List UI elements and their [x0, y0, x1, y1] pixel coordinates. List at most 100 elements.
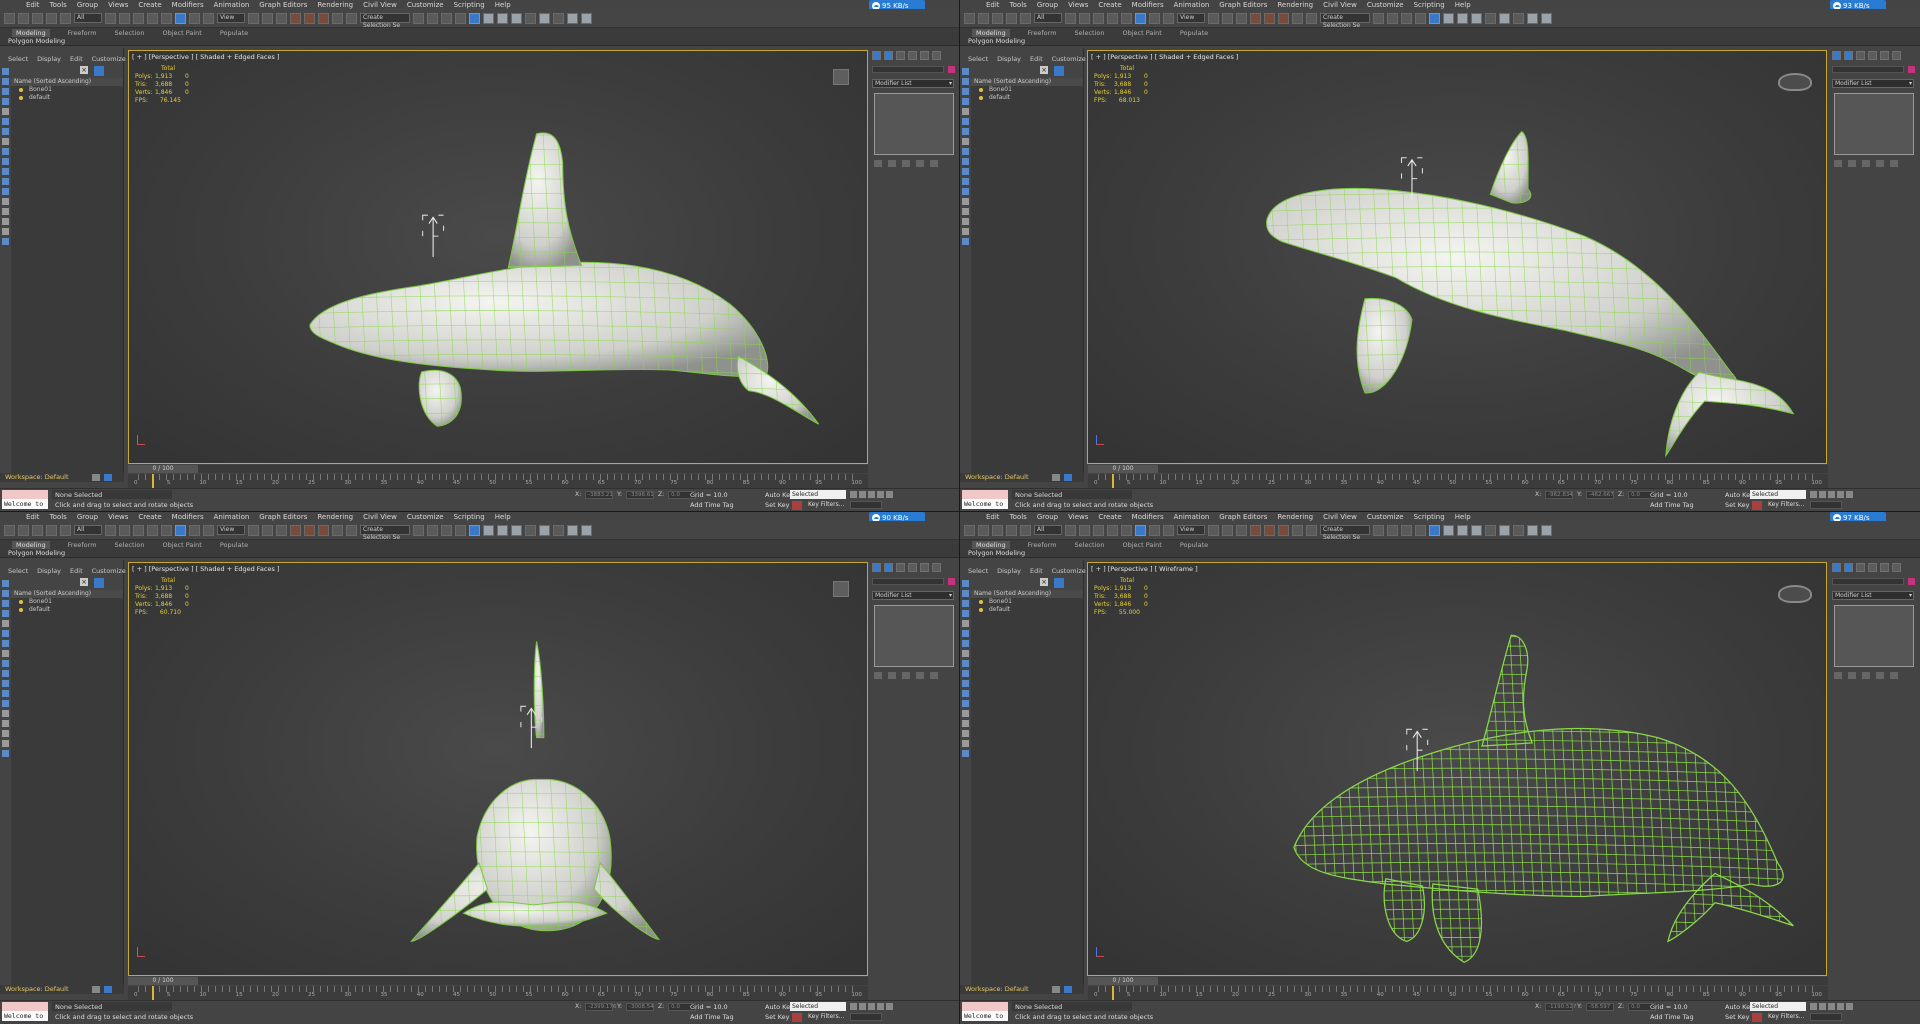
- menu-group[interactable]: Group: [1037, 513, 1058, 521]
- tool-icon[interactable]: [961, 168, 969, 175]
- render-in-cloud-icon[interactable]: [567, 524, 578, 536]
- tool-icon[interactable]: [961, 118, 969, 125]
- align-icon[interactable]: [427, 12, 438, 24]
- object-name-field[interactable]: [872, 66, 944, 73]
- make-unique-icon[interactable]: [1862, 160, 1870, 167]
- current-frame-field[interactable]: [850, 1013, 882, 1021]
- tool-icon[interactable]: [1, 720, 9, 727]
- close-icon[interactable]: ×: [1040, 578, 1048, 586]
- close-icon[interactable]: ×: [1040, 66, 1048, 74]
- scene-menu-edit[interactable]: Edit: [70, 567, 83, 575]
- percent-snap-icon[interactable]: [318, 524, 329, 536]
- modify-tab-icon[interactable]: [1844, 51, 1853, 60]
- tool-icon[interactable]: [961, 238, 969, 245]
- scene-list-header[interactable]: Name (Sorted Ascending): [971, 78, 1083, 86]
- set-key-icon[interactable]: [792, 501, 802, 510]
- motion-tab-icon[interactable]: [1868, 51, 1877, 60]
- ribbon-tab-populate[interactable]: Populate: [220, 29, 248, 37]
- time-slider[interactable]: 0 / 100: [1088, 977, 1158, 985]
- scene-menu-display[interactable]: Display: [997, 567, 1021, 575]
- render-setup-icon[interactable]: [1485, 524, 1496, 536]
- display-tab-icon[interactable]: [1880, 563, 1889, 572]
- select-by-name-icon[interactable]: [119, 524, 130, 536]
- pin-stack-icon[interactable]: [1834, 160, 1842, 167]
- modifier-stack[interactable]: [1834, 93, 1914, 155]
- make-unique-icon[interactable]: [902, 160, 910, 167]
- select-object-icon[interactable]: [1065, 524, 1076, 536]
- align-icon[interactable]: [427, 524, 438, 536]
- reference-coordinate-dropdown[interactable]: View: [1177, 525, 1205, 535]
- menu-graph-editors[interactable]: Graph Editors: [1219, 513, 1267, 521]
- tool-icon[interactable]: [961, 138, 969, 145]
- tool-icon[interactable]: [961, 98, 969, 105]
- remove-modifier-icon[interactable]: [1876, 672, 1884, 679]
- scene-menu-customize[interactable]: Customize: [92, 55, 126, 63]
- tool-icon[interactable]: [1, 750, 9, 757]
- tool-icon[interactable]: [961, 228, 969, 235]
- menu-customize[interactable]: Customize: [407, 1, 444, 9]
- object-color-swatch[interactable]: [1908, 578, 1915, 585]
- bind-space-warp-icon[interactable]: [1020, 12, 1031, 24]
- tool-icon[interactable]: [1, 610, 9, 617]
- hierarchy-tab-icon[interactable]: [896, 51, 905, 60]
- show-end-result-icon[interactable]: [888, 160, 896, 167]
- percent-snap-icon[interactable]: [1278, 12, 1289, 24]
- menu-civil-view[interactable]: Civil View: [1323, 513, 1357, 521]
- orca-dorsal-fin[interactable]: [507, 132, 583, 268]
- viewcube-icon[interactable]: [1778, 73, 1812, 91]
- spinner-snap-icon[interactable]: [332, 12, 343, 24]
- track-bar[interactable]: 0 5 10 15 20 25 30 35 40 45 50 55 60 65 70 75 80 85 90 95 10…: [128, 474, 868, 488]
- motion-tab-icon[interactable]: [908, 51, 917, 60]
- tool-icon[interactable]: [961, 630, 969, 637]
- tool-icon[interactable]: [961, 610, 969, 617]
- rendered-frame-window-icon[interactable]: [1499, 524, 1510, 536]
- render-setup-icon[interactable]: [525, 12, 536, 24]
- create-tab-icon[interactable]: [872, 563, 881, 572]
- scene-list-header[interactable]: Name (Sorted Ascending): [11, 78, 123, 86]
- viewport-label[interactable]: [ + ] [Perspective ] [ Shaded + Edged Fa…: [1091, 53, 1238, 61]
- tool-icon[interactable]: [961, 740, 969, 747]
- tool-icon[interactable]: [961, 640, 969, 647]
- menu-modifiers[interactable]: Modifiers: [172, 513, 204, 521]
- spinner-snap-icon[interactable]: [332, 524, 343, 536]
- tool-icon[interactable]: [961, 78, 969, 85]
- remove-modifier-icon[interactable]: [1876, 160, 1884, 167]
- select-move-icon[interactable]: [161, 12, 172, 24]
- scene-item-bone01[interactable]: Bone01: [971, 598, 1083, 606]
- menu-tools[interactable]: Tools: [50, 1, 67, 9]
- set-key-icon[interactable]: [1752, 501, 1762, 510]
- menu-scripting[interactable]: Scripting: [1414, 513, 1445, 521]
- hierarchy-tab-icon[interactable]: [1856, 51, 1865, 60]
- scene-menu-select[interactable]: Select: [968, 567, 988, 575]
- remove-modifier-icon[interactable]: [916, 672, 924, 679]
- selection-filter-dropdown[interactable]: All: [1034, 13, 1062, 23]
- snaps-toggle-icon[interactable]: [290, 12, 301, 24]
- next-frame-icon[interactable]: [1837, 491, 1844, 498]
- maxscript-listener-mini[interactable]: [962, 490, 1008, 499]
- ribbon-tab-populate[interactable]: Populate: [1180, 29, 1208, 37]
- configure-sets-icon[interactable]: [930, 672, 938, 679]
- link-icon[interactable]: [32, 12, 43, 24]
- workspace-options-icon[interactable]: [92, 474, 100, 481]
- tool-icon[interactable]: [961, 620, 969, 627]
- ribbon-tab-populate[interactable]: Populate: [220, 541, 248, 549]
- scene-list-header[interactable]: Name (Sorted Ascending): [11, 590, 123, 598]
- select-manipulate-icon[interactable]: [262, 12, 273, 24]
- rendered-frame-window-icon[interactable]: [539, 524, 550, 536]
- ribbon-tab-selection[interactable]: Selection: [115, 29, 145, 37]
- tool-icon[interactable]: [961, 750, 969, 757]
- modify-tab-icon[interactable]: [884, 563, 893, 572]
- maxscript-welcome[interactable]: Welcome to M: [962, 1011, 1008, 1024]
- orca-dorsal-fin[interactable]: [1489, 130, 1532, 204]
- menu-help[interactable]: Help: [495, 1, 511, 9]
- object-name-field[interactable]: [1832, 578, 1904, 585]
- tool-icon[interactable]: [961, 680, 969, 687]
- a360-gallery-icon[interactable]: [581, 524, 592, 536]
- scene-menu-display[interactable]: Display: [37, 55, 61, 63]
- select-move-icon[interactable]: [161, 524, 172, 536]
- menu-animation[interactable]: Animation: [214, 513, 250, 521]
- menu-graph-editors[interactable]: Graph Editors: [259, 1, 307, 9]
- ribbon-tab-object-paint[interactable]: Object Paint: [1123, 29, 1162, 37]
- select-by-name-icon[interactable]: [1079, 524, 1090, 536]
- scene-menu-display[interactable]: Display: [37, 567, 61, 575]
